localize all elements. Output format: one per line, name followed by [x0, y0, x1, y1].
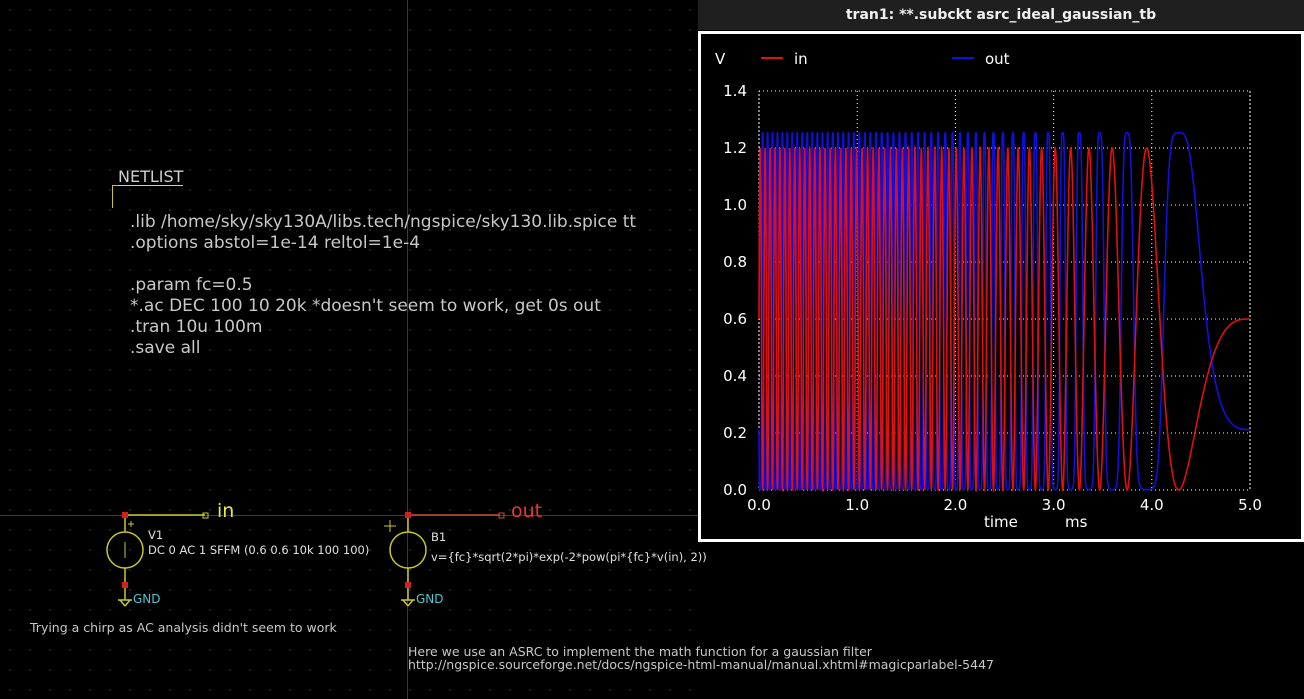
x-tick-label: 1.0 [845, 496, 869, 514]
y-tick-label: 1.2 [723, 139, 747, 157]
gnd2-label: GND [416, 592, 444, 606]
plot-frame[interactable]: 0.0 1.0 2.0 3.0 4.0 5.0 0.0 0.2 0.4 0.6 0.8 1.0 1.2 1… [698, 31, 1304, 542]
y-tick-label: 1.4 [723, 82, 747, 100]
y-tick-label: 0.6 [723, 310, 747, 328]
net-label-out[interactable]: out [511, 500, 542, 522]
plot-canvas[interactable]: 0.0 1.0 2.0 3.0 4.0 5.0 0.0 0.2 0.4 0.6 0.8 1.0 1.2 1… [701, 34, 1301, 539]
x-tick-label: 3.0 [1042, 496, 1066, 514]
b1-name[interactable]: B1 [431, 530, 446, 544]
schematic-canvas[interactable] [0, 0, 698, 699]
x-axis-label: time [984, 513, 1018, 531]
x-tick-label: 0.0 [747, 496, 771, 514]
plot-window-title[interactable]: tran1: **.subckt asrc_ideal_gaussian_tb [698, 0, 1304, 30]
y-tick-label: 1.0 [723, 196, 747, 214]
b1-value[interactable]: v={fc}*sqrt(2*pi)*exp(-2*pow(pi*{fc}*v(i… [431, 550, 707, 564]
v1-name[interactable]: V1 [148, 528, 163, 542]
x-axis-unit: ms [1065, 513, 1088, 531]
gnd2-symbol [401, 599, 415, 607]
plot-window[interactable]: tran1: **.subckt asrc_ideal_gaussian_tb … [698, 0, 1304, 542]
y-tick-label: 0.0 [723, 481, 747, 499]
gnd1-symbol [118, 599, 132, 607]
comment-asrc-line2[interactable]: http://ngspice.sourceforge.net/docs/ngsp… [408, 657, 994, 672]
v1-value[interactable]: DC 0 AC 1 SFFM (0.6 0.6 10k 100 100) [148, 543, 369, 557]
x-tick-label: 4.0 [1140, 496, 1164, 514]
y-tick-label: 0.4 [723, 367, 747, 385]
v1-symbol [106, 512, 144, 600]
comment-chirp[interactable]: Trying a chirp as AC analysis didn't see… [30, 620, 337, 635]
x-tick-label: 2.0 [943, 496, 967, 514]
legend-label-out: out [985, 50, 1010, 68]
net-label-in[interactable]: in [217, 500, 234, 522]
x-tick-label: 5.0 [1238, 496, 1262, 514]
y-tick-label: 0.2 [723, 424, 747, 442]
y-unit-label: V [715, 50, 726, 68]
b1-symbol [384, 512, 427, 600]
gnd1-label: GND [133, 592, 161, 606]
y-tick-label: 0.8 [723, 253, 747, 271]
legend-label-in: in [794, 50, 808, 68]
